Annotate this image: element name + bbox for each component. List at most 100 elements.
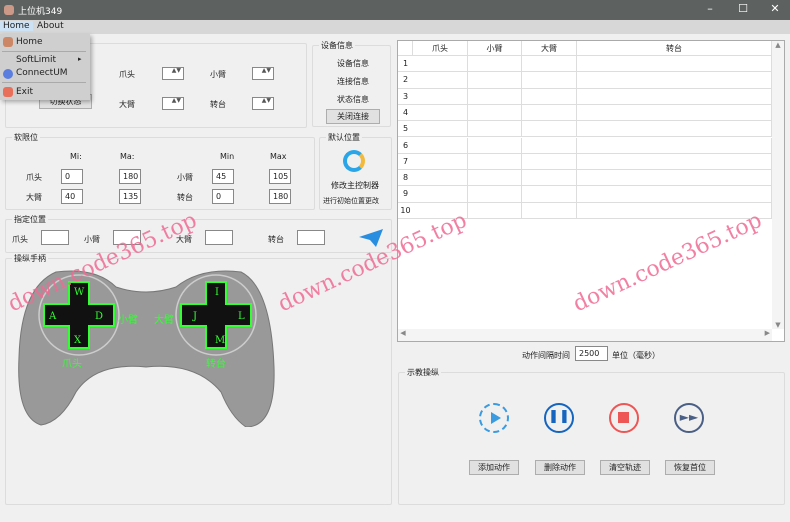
table-cell[interactable]	[468, 202, 522, 219]
table-cell[interactable]	[522, 186, 577, 203]
menu-home[interactable]: Home	[0, 21, 33, 31]
table-cell[interactable]	[577, 88, 772, 105]
table-cell[interactable]	[522, 170, 577, 187]
row-header[interactable]: 10	[398, 203, 413, 219]
table-cell[interactable]	[413, 170, 468, 187]
forearm-target-input[interactable]	[113, 230, 141, 245]
restore-home-button[interactable]: 恢复首位	[665, 460, 715, 475]
clear-trajectory-button[interactable]: 清空轨迹	[600, 460, 650, 475]
table-cell[interactable]	[522, 153, 577, 171]
table-cell[interactable]	[413, 202, 468, 219]
interval-input[interactable]: 2500	[575, 346, 608, 361]
key-m[interactable]: M	[215, 335, 225, 346]
table-cell[interactable]	[468, 72, 522, 89]
key-j[interactable]: J	[193, 311, 197, 322]
add-action-button[interactable]: 添加动作	[469, 460, 519, 475]
vertical-scrollbar[interactable]: ▲ ▼	[772, 41, 784, 329]
menu-about[interactable]: About	[34, 21, 67, 31]
stop-button[interactable]	[609, 403, 639, 433]
key-l[interactable]: L	[238, 311, 245, 322]
table-cell[interactable]	[522, 121, 577, 138]
close-button[interactable]: ✕	[765, 2, 785, 18]
row-header[interactable]: 8	[398, 170, 413, 187]
column-header[interactable]: 爪头	[413, 41, 468, 56]
table-cell[interactable]	[468, 104, 522, 122]
maximize-button[interactable]: ☐	[733, 2, 753, 18]
table-cell[interactable]	[413, 153, 468, 171]
pause-button[interactable]: ❚❚	[544, 403, 574, 433]
table-cell[interactable]	[577, 121, 772, 138]
table-cell[interactable]	[413, 186, 468, 203]
forearm-min-input[interactable]: 45	[212, 169, 234, 184]
key-i[interactable]: I	[215, 287, 219, 298]
row-header[interactable]: 2	[398, 72, 413, 89]
table-cell[interactable]	[468, 121, 522, 138]
table-cell[interactable]	[577, 170, 772, 187]
menu-item-home[interactable]: Home	[16, 37, 43, 47]
table-cell[interactable]	[468, 137, 522, 154]
table-cell[interactable]	[577, 56, 772, 73]
key-a[interactable]: A	[49, 311, 56, 322]
forearm-spinbox[interactable]: ▲▼	[252, 67, 274, 80]
table-cell[interactable]	[468, 153, 522, 171]
action-table[interactable]: 爪头 小臂 大臂 转台 1 2 3 4 5 6 7 8 9 10 ▲ ▼ ◀ ▶	[397, 40, 785, 342]
claw-spinbox[interactable]: ▲▼	[162, 67, 184, 80]
refresh-icon[interactable]	[343, 150, 365, 172]
menu-item-exit[interactable]: Exit	[16, 87, 33, 97]
upperarm-target-input[interactable]	[205, 230, 233, 245]
horizontal-scrollbar[interactable]: ◀ ▶	[398, 329, 772, 341]
table-cell[interactable]	[468, 56, 522, 73]
column-header[interactable]: 转台	[577, 41, 772, 56]
column-header[interactable]: 大臂	[522, 41, 577, 56]
row-header[interactable]: 1	[398, 56, 413, 73]
table-cell[interactable]	[468, 170, 522, 187]
table-cell[interactable]	[468, 186, 522, 203]
forearm-max-input[interactable]: 105	[269, 169, 291, 184]
send-icon[interactable]	[359, 229, 383, 247]
table-cell[interactable]	[522, 88, 577, 105]
key-x[interactable]: X	[74, 335, 81, 346]
row-header[interactable]: 5	[398, 121, 413, 138]
modify-controller-label[interactable]: 修改主控制器	[331, 180, 379, 191]
claw-target-input[interactable]	[41, 230, 69, 245]
column-header[interactable]: 小臂	[468, 41, 522, 56]
table-cell[interactable]	[577, 153, 772, 171]
claw-max-input[interactable]: 180	[119, 169, 141, 184]
table-cell[interactable]	[577, 104, 772, 122]
table-cell[interactable]	[522, 72, 577, 89]
row-header[interactable]: 9	[398, 186, 413, 203]
table-cell[interactable]	[413, 56, 468, 73]
delete-action-button[interactable]: 删除动作	[535, 460, 585, 475]
claw-min-input[interactable]: 0	[61, 169, 83, 184]
turntable-max-input[interactable]: 180	[269, 189, 291, 204]
table-cell[interactable]	[577, 72, 772, 89]
row-header[interactable]: 6	[398, 138, 413, 154]
key-d[interactable]: D	[95, 311, 103, 322]
table-cell[interactable]	[522, 202, 577, 219]
upperarm-min-input[interactable]: 40	[61, 189, 83, 204]
table-cell[interactable]	[413, 88, 468, 105]
row-header[interactable]: 3	[398, 89, 413, 105]
play-button[interactable]	[479, 403, 509, 433]
fast-forward-button[interactable]: ►►	[674, 403, 704, 433]
menu-item-softlimit[interactable]: SoftLimit	[16, 55, 56, 65]
table-cell[interactable]	[577, 202, 772, 219]
turntable-target-input[interactable]	[297, 230, 325, 245]
turntable-min-input[interactable]: 0	[212, 189, 234, 204]
table-cell[interactable]	[577, 137, 772, 154]
table-cell[interactable]	[413, 104, 468, 122]
table-cell[interactable]	[413, 137, 468, 154]
table-cell[interactable]	[522, 137, 577, 154]
table-cell[interactable]	[522, 56, 577, 73]
row-header[interactable]: 7	[398, 154, 413, 171]
table-cell[interactable]	[577, 186, 772, 203]
table-cell[interactable]	[522, 104, 577, 122]
key-w[interactable]: W	[74, 287, 84, 298]
minimize-button[interactable]: –	[700, 2, 720, 18]
upperarm-spinbox[interactable]: ▲▼	[162, 97, 184, 110]
turntable-spinbox[interactable]: ▲▼	[252, 97, 274, 110]
row-header[interactable]: 4	[398, 105, 413, 122]
menu-item-connectum[interactable]: ConnectUM	[16, 68, 68, 78]
table-cell[interactable]	[413, 121, 468, 138]
upperarm-max-input[interactable]: 135	[119, 189, 141, 204]
